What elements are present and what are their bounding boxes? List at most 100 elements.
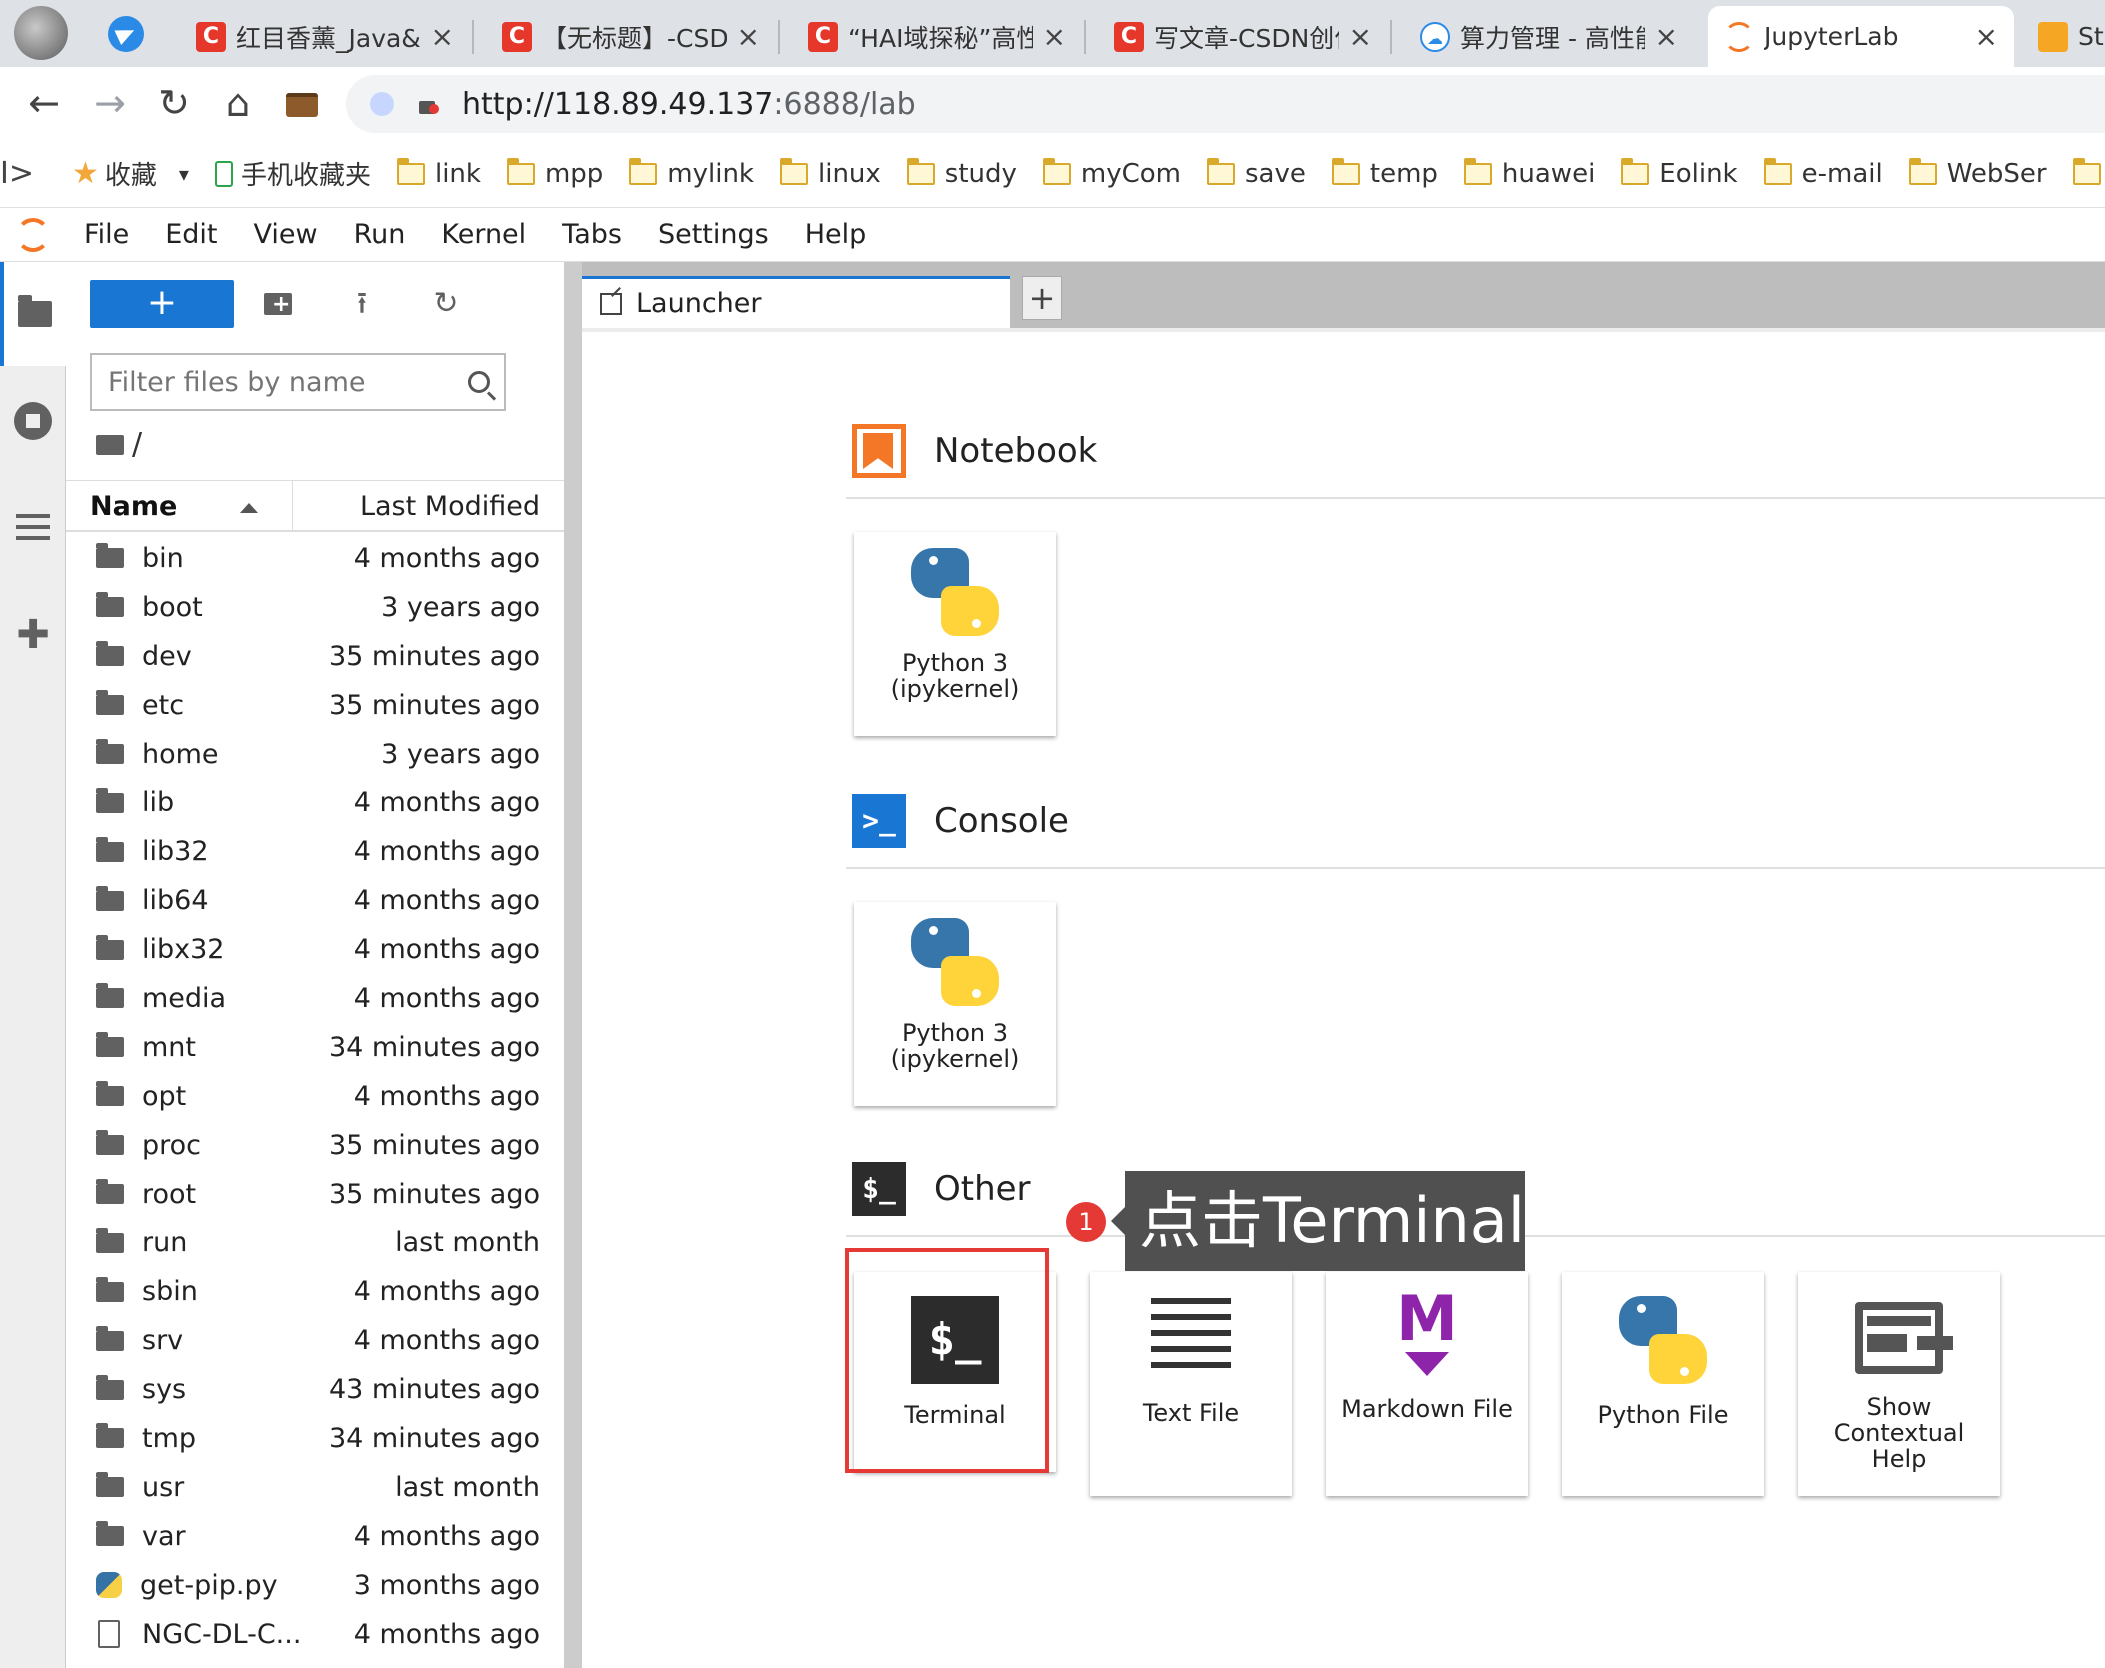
- text-file-icon: [1151, 1298, 1231, 1378]
- python-file-card[interactable]: Python File: [1562, 1272, 1764, 1496]
- sort-ascending-icon[interactable]: [240, 503, 258, 513]
- menu-run[interactable]: Run: [354, 219, 406, 250]
- bookmark-mobile[interactable]: 手机收藏夹: [214, 155, 371, 192]
- text-file-card[interactable]: Text File: [1090, 1272, 1292, 1496]
- file-browser-tab[interactable]: [0, 262, 66, 366]
- breadcrumb[interactable]: /: [96, 427, 142, 462]
- bookmark-folder[interactable]: huawei: [1463, 157, 1595, 189]
- bookmark-folder[interactable]: linux: [780, 157, 881, 189]
- new-folder-button[interactable]: [260, 286, 296, 323]
- site-info-icon[interactable]: [370, 92, 394, 116]
- menu-settings[interactable]: Settings: [658, 219, 769, 250]
- home-icon[interactable]: ⌂: [216, 81, 260, 125]
- menu-edit[interactable]: Edit: [165, 219, 217, 250]
- close-tab-icon[interactable]: ×: [1349, 20, 1372, 53]
- briefcase-icon[interactable]: [280, 81, 324, 125]
- bookmark-folder[interactable]: link: [396, 157, 481, 189]
- bookmark-folder[interactable]: myCom: [1042, 157, 1181, 189]
- bookmark-folder[interactable]: study: [906, 157, 1017, 189]
- column-name-header[interactable]: Name: [90, 491, 177, 522]
- file-row[interactable]: root 35 minutes ago: [66, 1170, 564, 1219]
- sidebar-toggle-icon[interactable]: I>: [0, 156, 34, 191]
- close-tab-icon[interactable]: ×: [1975, 20, 1998, 53]
- bookmark-folder[interactable]: Eolink: [1621, 157, 1738, 189]
- bookmark-favorites[interactable]: ★ 收藏 ▾: [72, 155, 189, 192]
- close-tab-icon[interactable]: ×: [431, 20, 454, 53]
- menu-file[interactable]: File: [84, 219, 129, 250]
- main-dock-area: Launcher + Notebook Python 3 (ipykernel)…: [582, 262, 2105, 1668]
- contextual-help-card[interactable]: Show Contextual Help: [1798, 1272, 2000, 1496]
- menu-help[interactable]: Help: [805, 219, 867, 250]
- bookmark-folder[interactable]: mylink: [629, 157, 754, 189]
- contextual-help-icon: [1855, 1302, 1943, 1374]
- filter-files-input[interactable]: Filter files by name: [90, 353, 506, 411]
- file-row[interactable]: media 4 months ago: [66, 974, 564, 1023]
- running-sessions-tab[interactable]: [0, 386, 66, 456]
- close-tab-icon[interactable]: ×: [1655, 20, 1678, 53]
- upload-icon[interactable]: ⭱: [344, 286, 380, 322]
- browser-tab-5[interactable]: ☁ 算力管理 - 高性能 ×: [1404, 6, 1694, 67]
- close-tab-icon[interactable]: ×: [1043, 20, 1066, 53]
- file-row[interactable]: sbin 4 months ago: [66, 1267, 564, 1316]
- menu-tabs[interactable]: Tabs: [562, 219, 622, 250]
- refresh-icon[interactable]: ↻: [428, 286, 464, 322]
- browser-tab-3[interactable]: C “HAI域探秘”高性 ×: [792, 6, 1082, 67]
- markdown-file-card[interactable]: M Markdown File: [1326, 1272, 1528, 1496]
- address-bar[interactable]: http://118.89.49.137:6888/lab: [346, 75, 2105, 133]
- menu-kernel[interactable]: Kernel: [441, 219, 526, 250]
- file-row[interactable]: home 3 years ago: [66, 730, 564, 779]
- tab-launcher[interactable]: Launcher: [582, 276, 1010, 328]
- file-row[interactable]: get-pip.py 3 months ago: [66, 1561, 564, 1610]
- file-row[interactable]: lib32 4 months ago: [66, 827, 564, 876]
- bookmark-folder[interactable]: contra: [2072, 157, 2105, 189]
- puzzle-icon: ✚: [16, 612, 50, 658]
- file-row[interactable]: run last month: [66, 1218, 564, 1267]
- bookmark-folder[interactable]: e-mail: [1763, 157, 1883, 189]
- profile-avatar[interactable]: [14, 6, 68, 60]
- browser-tab-7[interactable]: Sta: [2022, 6, 2105, 67]
- close-tab-icon[interactable]: ×: [737, 20, 760, 53]
- bookmark-folder[interactable]: mpp: [506, 157, 603, 189]
- file-row[interactable]: tmp 34 minutes ago: [66, 1414, 564, 1463]
- file-row[interactable]: dev 35 minutes ago: [66, 632, 564, 681]
- bookmark-folder[interactable]: save: [1207, 157, 1306, 189]
- bookmark-folder[interactable]: temp: [1331, 157, 1438, 189]
- back-arrow-icon[interactable]: ←: [22, 81, 66, 125]
- panel-splitter[interactable]: [564, 262, 582, 1668]
- console-python3-card[interactable]: Python 3 (ipykernel): [854, 902, 1056, 1106]
- file-row[interactable]: mnt 34 minutes ago: [66, 1023, 564, 1072]
- file-row[interactable]: lib64 4 months ago: [66, 876, 564, 925]
- browser-tab-4[interactable]: C 写文章-CSDN创作 ×: [1098, 6, 1388, 67]
- file-row[interactable]: bin 4 months ago: [66, 534, 564, 583]
- reload-icon[interactable]: ↻: [152, 81, 196, 125]
- file-row[interactable]: libx32 4 months ago: [66, 925, 564, 974]
- notebook-python3-card[interactable]: Python 3 (ipykernel): [854, 532, 1056, 736]
- menu-view[interactable]: View: [253, 219, 317, 250]
- table-of-contents-tab[interactable]: [0, 492, 66, 562]
- file-row[interactable]: var 4 months ago: [66, 1512, 564, 1561]
- file-row[interactable]: etc 35 minutes ago: [66, 681, 564, 730]
- file-row[interactable]: sys 43 minutes ago: [66, 1365, 564, 1414]
- extension-manager-tab[interactable]: ✚: [0, 600, 66, 670]
- column-modified-header[interactable]: Last Modified: [360, 491, 540, 522]
- bookmark-folder[interactable]: WebSer: [1908, 157, 2047, 189]
- folder-icon: [96, 1423, 124, 1449]
- url-text[interactable]: http://118.89.49.137:6888/lab: [462, 87, 916, 122]
- file-row[interactable]: NGC-DL-C... 4 months ago: [66, 1610, 564, 1659]
- file-row[interactable]: srv 4 months ago: [66, 1316, 564, 1365]
- dropdown-arrow-icon[interactable]: ▾: [179, 162, 189, 186]
- not-secure-lock-icon[interactable]: [416, 92, 440, 116]
- telegram-icon[interactable]: [108, 16, 144, 52]
- browser-tab-jupyterlab[interactable]: JupyterLab ×: [1708, 6, 2014, 67]
- file-row[interactable]: opt 4 months ago: [66, 1072, 564, 1121]
- file-row[interactable]: proc 35 minutes ago: [66, 1121, 564, 1170]
- column-divider[interactable]: [292, 481, 293, 531]
- file-row[interactable]: usr last month: [66, 1463, 564, 1512]
- browser-tab-1[interactable]: C 红目香薰_Java&F ×: [180, 6, 470, 67]
- add-tab-button[interactable]: +: [1022, 276, 1062, 320]
- file-row[interactable]: lib 4 months ago: [66, 778, 564, 827]
- forward-arrow-icon[interactable]: →: [88, 81, 132, 125]
- browser-tab-2[interactable]: C 【无标题】-CSDI ×: [486, 6, 776, 67]
- file-row[interactable]: boot 3 years ago: [66, 583, 564, 632]
- new-launcher-button[interactable]: +: [90, 280, 234, 328]
